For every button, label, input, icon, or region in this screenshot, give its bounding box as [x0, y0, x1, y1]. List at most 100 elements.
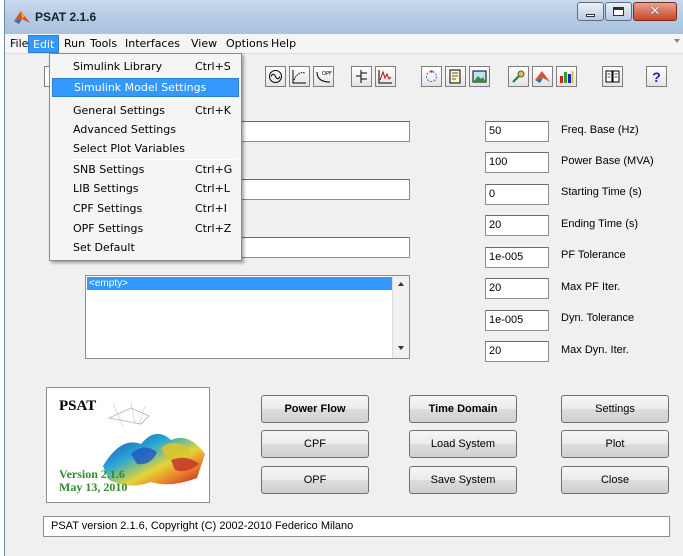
psat-main-window: PSAT 2.1.6 ✕ File Edit Run Tools Interfa… [4, 0, 683, 556]
matlab-app-icon [14, 11, 30, 24]
dyn-tolerance-label: Dyn. Tolerance [561, 312, 635, 324]
plot-variable-list[interactable]: <empty> [85, 275, 410, 359]
minimize-icon [586, 13, 595, 17]
cycle-icon[interactable] [421, 66, 442, 87]
bus-diagram-icon[interactable] [351, 66, 372, 87]
cpf-button[interactable]: CPF [261, 430, 369, 458]
starting-time-label: Starting Time (s) [561, 186, 642, 198]
document-icon[interactable] [445, 66, 466, 87]
menu-item-shortcut: Ctrl+L [195, 182, 230, 195]
menu-item-label: SNB Settings [73, 163, 145, 176]
starting-time-input[interactable]: 0 [485, 184, 549, 205]
menu-view[interactable]: View [188, 37, 220, 50]
menu-item-shortcut: Ctrl+I [195, 202, 228, 215]
menu-item-opf-settings[interactable]: OPF Settings Ctrl+Z [52, 219, 239, 238]
power-base-input[interactable]: 100 [485, 152, 549, 173]
menu-item-cpf-settings[interactable]: CPF Settings Ctrl+I [52, 199, 239, 218]
ending-time-input[interactable]: 20 [485, 215, 549, 236]
power-flow-button[interactable]: Power Flow [261, 395, 369, 423]
matlab-icon[interactable] [532, 66, 553, 87]
window-title: PSAT 2.1.6 [35, 10, 97, 24]
freq-base-input[interactable]: 50 [485, 121, 549, 142]
toolbar-group-1: OPF [265, 66, 337, 87]
menu-item-lib-settings[interactable]: LIB Settings Ctrl+L [52, 179, 239, 198]
menu-help[interactable]: Help [268, 37, 299, 50]
plot-button[interactable]: Plot [561, 430, 669, 458]
menu-item-label: LIB Settings [73, 182, 139, 195]
max-dyn-iter-label: Max Dyn. Iter. [561, 344, 629, 356]
toolbar-group-6: ? [646, 66, 670, 87]
menu-interfaces[interactable]: Interfaces [122, 37, 183, 50]
menu-item-snb-settings[interactable]: SNB Settings Ctrl+G [52, 160, 239, 179]
edit-menu-dropdown: Simulink Library Ctrl+S Simulink Model S… [49, 53, 242, 261]
logo-title: PSAT [59, 398, 97, 414]
svg-text:OPF: OPF [322, 71, 332, 77]
save-system-button[interactable]: Save System [409, 466, 517, 494]
scroll-up-icon[interactable] [398, 282, 404, 286]
opf-icon[interactable]: OPF [313, 66, 334, 87]
menu-item-select-plot-variables[interactable]: Select Plot Variables [52, 139, 239, 158]
sine-wave-icon[interactable] [265, 66, 286, 87]
menu-separator [72, 99, 237, 100]
menu-item-shortcut: Ctrl+G [195, 163, 233, 176]
image-icon[interactable] [469, 66, 490, 87]
menu-item-label: CPF Settings [73, 202, 143, 215]
bar-chart-icon[interactable] [556, 66, 577, 87]
toolbar-group-5 [602, 66, 626, 87]
book-icon[interactable] [602, 66, 623, 87]
help-icon[interactable]: ? [646, 66, 667, 87]
waveform-icon[interactable] [375, 66, 396, 87]
toolbar-group-4 [508, 66, 580, 87]
menu-item-advanced-settings[interactable]: Advanced Settings [52, 120, 239, 139]
logo-date: May 13, 2010 [59, 480, 128, 494]
menu-run[interactable]: Run [61, 37, 88, 50]
toolbar-group-3 [421, 66, 493, 87]
scroll-down-icon[interactable] [398, 346, 404, 350]
list-item[interactable]: <empty> [87, 277, 392, 290]
menu-item-shortcut: Ctrl+S [195, 60, 231, 73]
help-glyph: ? [652, 68, 661, 85]
menu-options[interactable]: Options [223, 37, 271, 50]
settings-button[interactable]: Settings [561, 395, 669, 423]
menu-item-label: Advanced Settings [73, 123, 176, 136]
max-pf-iter-input[interactable]: 20 [485, 278, 549, 299]
close-window-button[interactable]: ✕ [633, 2, 677, 21]
menu-edit[interactable]: Edit [28, 35, 60, 53]
menu-item-label: Simulink Library [73, 60, 163, 73]
menu-item-label: Select Plot Variables [73, 142, 185, 155]
close-button[interactable]: Close [561, 466, 669, 494]
title-bar[interactable]: PSAT 2.1.6 ✕ [5, 0, 683, 34]
pf-tolerance-label: PF Tolerance [561, 249, 626, 261]
menu-item-label: General Settings [73, 104, 165, 117]
bode-plot-icon[interactable] [289, 66, 310, 87]
maximize-icon [613, 7, 624, 16]
menu-item-set-default[interactable]: Set Default [52, 238, 239, 257]
time-domain-button[interactable]: Time Domain [409, 395, 517, 423]
menu-item-simulink-library[interactable]: Simulink Library Ctrl+S [52, 57, 239, 76]
minimize-button[interactable] [577, 2, 604, 21]
menu-item-label: OPF Settings [73, 222, 144, 235]
window-controls: ✕ [576, 2, 677, 21]
menu-item-general-settings[interactable]: General Settings Ctrl+K [52, 101, 239, 120]
max-dyn-iter-input[interactable]: 20 [485, 341, 549, 362]
toolbar-group-2 [351, 66, 399, 87]
status-bar: PSAT version 2.1.6, Copyright (C) 2002-2… [43, 516, 670, 537]
menu-item-label: Set Default [73, 241, 135, 254]
tools-icon[interactable] [508, 66, 529, 87]
logo-version-block: Version 2.1.6 May 13, 2010 [59, 468, 127, 494]
maximize-button[interactable] [605, 2, 632, 21]
menu-tools[interactable]: Tools [87, 37, 120, 50]
menu-item-shortcut: Ctrl+Z [195, 222, 232, 235]
dyn-tolerance-input[interactable]: 1e-005 [485, 310, 549, 331]
load-system-button[interactable]: Load System [409, 430, 517, 458]
freq-base-label: Freq. Base (Hz) [561, 124, 639, 136]
pf-tolerance-input[interactable]: 1e-005 [485, 247, 549, 268]
menubar-overflow-icon[interactable] [674, 39, 680, 43]
max-pf-iter-label: Max PF Iter. [561, 281, 621, 293]
power-base-label: Power Base (MVA) [561, 155, 654, 167]
close-icon: ✕ [649, 4, 661, 19]
menu-item-shortcut: Ctrl+K [195, 104, 232, 117]
list-scrollbar[interactable] [392, 276, 409, 358]
menu-item-simulink-model-settings[interactable]: Simulink Model Settings [52, 78, 239, 97]
opf-button[interactable]: OPF [261, 466, 369, 494]
